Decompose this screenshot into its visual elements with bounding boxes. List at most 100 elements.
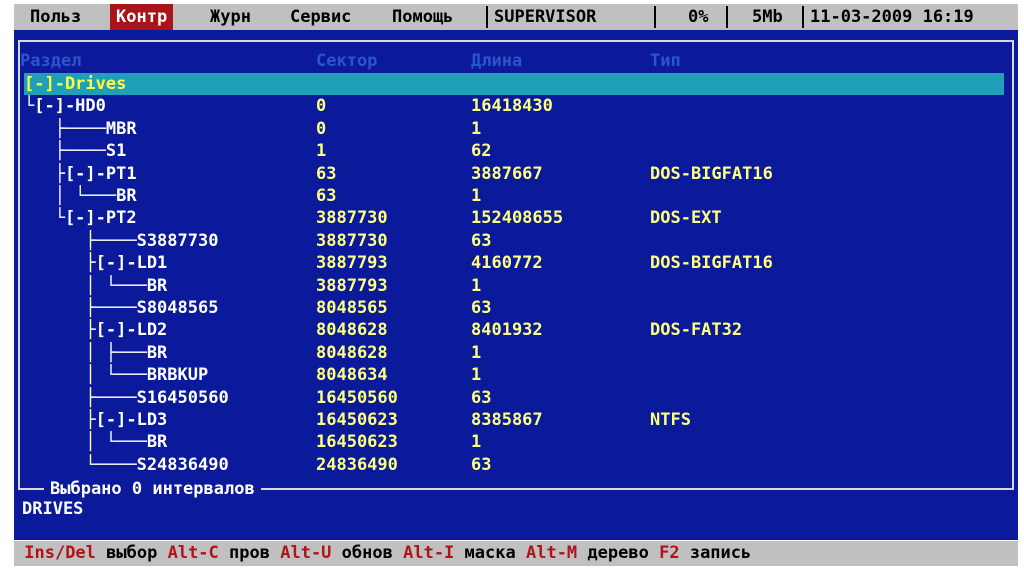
tree-node-name: ├[-]-LD3 xyxy=(24,410,168,430)
sector-value: 3887793 xyxy=(316,275,388,296)
hotkey-label: пров xyxy=(229,543,270,563)
tree-row[interactable]: ├────MBR 0 1 xyxy=(24,118,1004,140)
sector-value: 3887793 xyxy=(316,253,388,274)
length-value: 63 xyxy=(471,298,492,318)
datetime-field: 11-03-2009 16:19 xyxy=(810,7,974,27)
menu-item-users[interactable]: Польз xyxy=(24,4,87,30)
tree-node-name: ├────S16450560 xyxy=(24,387,229,408)
sector-value: 1 xyxy=(316,141,327,162)
sector-value: 0 xyxy=(316,96,327,117)
length-value: 8401932 xyxy=(471,320,543,341)
tree-row[interactable]: ├────S8048565 8048565 63 xyxy=(24,297,1004,319)
sector-value: 8048565 xyxy=(316,298,388,318)
panel-frame xyxy=(304,488,1014,490)
sector-value: 16450623 xyxy=(316,432,398,453)
sector-value: 0 xyxy=(316,118,327,139)
sector-value: 16450623 xyxy=(316,410,398,430)
panel-frame xyxy=(1012,40,1014,490)
length-value: 1 xyxy=(471,275,482,296)
tree-node-name: ├────S1 xyxy=(24,141,127,162)
hotkey-label: запись xyxy=(689,543,752,563)
hotkey-key[interactable]: Alt-M xyxy=(526,543,577,563)
menubar-separator xyxy=(654,6,656,28)
length-value: 1 xyxy=(471,432,482,453)
current-path: DRIVES xyxy=(22,499,84,519)
tree-row[interactable]: └[-]-PT2 3887730 152408655 DOS-EXT xyxy=(24,207,1004,229)
sector-value: 3887730 xyxy=(316,230,388,251)
tree-row[interactable]: [-]-Drives xyxy=(24,73,1004,95)
tree-node-name: └[-]-PT2 xyxy=(24,208,137,229)
length-value: 16418430 xyxy=(471,96,553,117)
tree-node-name: │ └───BR xyxy=(24,186,137,206)
menu-bar: Польз Контр Журн Сервис Помощь SUPERVISO… xyxy=(14,4,1018,30)
length-value: 62 xyxy=(471,141,492,162)
length-value: 63 xyxy=(471,230,492,251)
tree-row[interactable]: │ └───BR 3887793 1 xyxy=(24,275,1004,297)
sector-value: 8048628 xyxy=(316,342,388,363)
menu-item-help[interactable]: Помощь xyxy=(386,4,459,30)
type-value: DOS-EXT xyxy=(650,208,722,229)
type-value: DOS-FAT32 xyxy=(650,320,743,341)
hotkey-key[interactable]: Ins/Del xyxy=(24,543,96,563)
menu-item-journal[interactable]: Журн xyxy=(204,4,257,30)
tree-node-name: ├[-]-PT1 xyxy=(24,163,137,184)
tree-row[interactable]: ├[-]-PT1 63 3887667 DOS-BIGFAT16 xyxy=(24,163,1004,185)
tree-row[interactable]: ├[-]-LD2 8048628 8401932 DOS-FAT32 xyxy=(24,319,1004,341)
menu-item-service[interactable]: Сервис xyxy=(284,4,357,30)
tree-node-name: ├────MBR xyxy=(24,118,137,139)
tree-row[interactable]: ├────S3887730 3887730 63 xyxy=(24,230,1004,252)
panel-frame xyxy=(18,40,20,490)
tree-row[interactable]: │ ├───BR 8048628 1 xyxy=(24,342,1004,364)
sector-value: 8048634 xyxy=(316,365,388,386)
length-value: 1 xyxy=(471,342,482,363)
sector-value: 63 xyxy=(316,163,337,184)
tree-node-name: ├[-]-LD2 xyxy=(24,320,168,341)
tree-row[interactable]: │ └───BRBKUP 8048634 1 xyxy=(24,364,1004,386)
tree-row[interactable]: ├────S1 1 62 xyxy=(24,140,1004,162)
sector-value: 24836490 xyxy=(316,454,398,475)
length-value: 63 xyxy=(471,454,492,475)
hotkey-label: обнов xyxy=(341,543,393,563)
hotkey-key[interactable]: Alt-U xyxy=(280,543,331,563)
tree-node-name: └────S24836490 xyxy=(24,454,229,475)
tree-row[interactable]: │ └───BR 16450623 1 xyxy=(24,431,1004,453)
sector-value: 8048628 xyxy=(316,320,388,341)
hotkey-key[interactable]: F2 xyxy=(659,543,679,563)
sector-value: 3887730 xyxy=(316,208,388,229)
tree-row[interactable]: ├────S16450560 16450560 63 xyxy=(24,387,1004,409)
hotkey-label: выбор xyxy=(106,543,158,563)
length-value: 152408655 xyxy=(471,208,564,229)
length-value: 4160772 xyxy=(471,253,543,274)
selection-status: Выбрано 0 интервалов xyxy=(44,478,261,500)
type-value: DOS-BIGFAT16 xyxy=(650,163,773,184)
tree-row[interactable]: │ └───BR 63 1 xyxy=(24,185,1004,207)
length-value: 63 xyxy=(471,387,492,408)
tree-node-name: [-]-Drives xyxy=(24,74,127,94)
hotkey-label: маска xyxy=(464,543,516,563)
panel-frame xyxy=(18,40,1014,42)
hotkey-key[interactable]: Alt-C xyxy=(168,543,219,563)
hotkey-key[interactable]: Alt-I xyxy=(403,543,454,563)
type-value: NTFS xyxy=(650,410,691,430)
tree-node-name: └[-]-HD0 xyxy=(24,96,106,117)
tree-row[interactable]: ├[-]-LD1 3887793 4160772 DOS-BIGFAT16 xyxy=(24,252,1004,274)
sector-value: 16450560 xyxy=(316,387,398,408)
column-header-type: Тип xyxy=(650,51,681,71)
tree-node-name: ├────S3887730 xyxy=(24,230,219,251)
tree-node-name: ├────S8048565 xyxy=(24,298,219,318)
tree-row[interactable]: └[-]-HD0 0 16418430 xyxy=(24,95,1004,117)
tree-node-name: │ ├───BR xyxy=(24,342,168,363)
tree-row[interactable]: ├[-]-LD3 16450623 8385867 NTFS xyxy=(24,409,1004,431)
hotkey-bar: Ins/Del выбор Alt-C пров Alt-U обнов Alt… xyxy=(14,541,1018,566)
hotkey-label: дерево xyxy=(587,543,649,563)
menubar-separator xyxy=(726,6,728,28)
menubar-separator xyxy=(802,6,804,28)
length-value: 1 xyxy=(471,365,482,386)
tree-row[interactable]: └────S24836490 24836490 63 xyxy=(24,454,1004,476)
user-field: SUPERVISOR xyxy=(494,7,597,27)
length-value: 1 xyxy=(471,118,482,139)
screen: Польз Контр Журн Сервис Помощь SUPERVISO… xyxy=(0,0,1024,574)
partition-panel: Раздел Сектор Длина Тип [-]-Drives └[-]-H… xyxy=(14,30,1018,540)
menu-item-control[interactable]: Контр xyxy=(110,4,174,30)
tree-node-name: │ └───BRBKUP xyxy=(24,365,209,386)
